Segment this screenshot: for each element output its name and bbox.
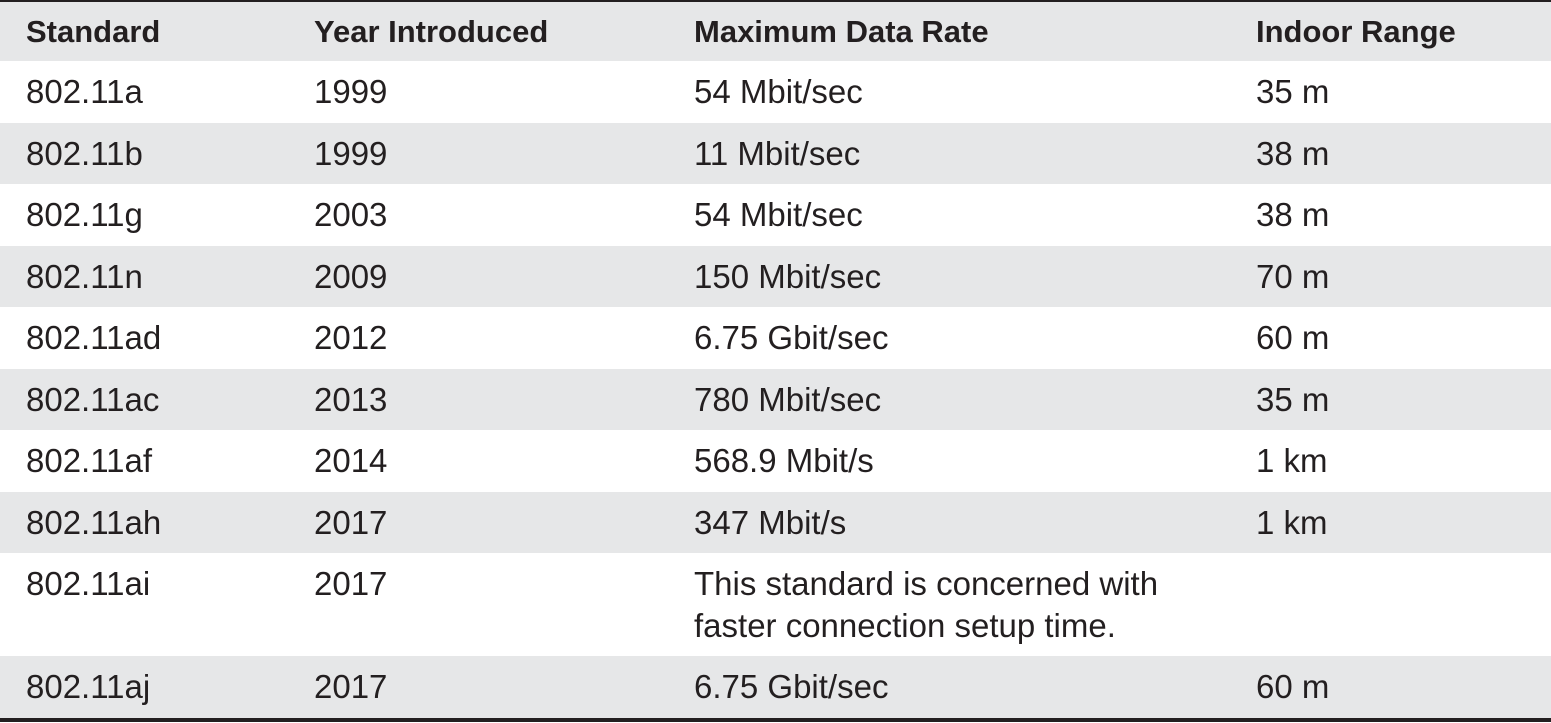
table-row: 802.11n 2009 150 Mbit/sec 70 m	[0, 245, 1551, 307]
cell-standard: 802.11ai	[26, 565, 151, 602]
cell-standard: 802.11ad	[26, 319, 162, 356]
cell-range: 38 m	[1256, 134, 1330, 172]
cell-range: 1 km	[1256, 442, 1328, 479]
cell-range: 1 km	[1256, 503, 1328, 541]
column-header-range: Indoor Range	[1256, 14, 1456, 49]
cell-data-rate: 54 Mbit/sec	[694, 196, 863, 233]
cell-standard: 802.11ac	[26, 380, 160, 418]
cell-standard: 802.11g	[26, 196, 143, 233]
table-row: 802.11ah 2017 347 Mbit/s 1 km	[0, 491, 1551, 553]
cell-range: 35 m	[1256, 380, 1330, 418]
cell-range: 35 m	[1256, 73, 1330, 110]
table-row: 802.11a 1999 54 Mbit/sec 35 m	[0, 61, 1551, 123]
cell-data-rate: This standard is concerned with faster c…	[694, 565, 1159, 644]
table-row: 802.11b 1999 11 Mbit/sec 38 m	[0, 122, 1551, 184]
cell-data-rate: 6.75 Gbit/sec	[694, 668, 889, 705]
cell-year: 1999	[314, 73, 388, 110]
cell-data-rate: 11 Mbit/sec	[694, 134, 861, 172]
table-row: 802.11ad 2012 6.75 Gbit/sec 60 m	[0, 307, 1551, 369]
cell-year: 2003	[314, 196, 388, 233]
column-header-year: Year Introduced	[314, 14, 549, 49]
cell-standard: 802.11af	[26, 442, 153, 479]
cell-year: 2017	[314, 565, 388, 602]
cell-year: 2012	[314, 319, 388, 356]
cell-range: 60 m	[1256, 668, 1330, 705]
cell-data-rate: 568.9 Mbit/s	[694, 442, 874, 479]
cell-standard: 802.11b	[26, 134, 143, 172]
cell-range: 70 m	[1256, 257, 1330, 295]
cell-range: 38 m	[1256, 196, 1330, 233]
cell-range: 60 m	[1256, 319, 1330, 356]
cell-data-rate: 780 Mbit/sec	[694, 380, 882, 418]
cell-year: 2014	[314, 442, 388, 479]
table-row: 802.11ac 2013 780 Mbit/sec 35 m	[0, 368, 1551, 430]
table-row: 802.11aj 2017 6.75 Gbit/sec 60 m	[0, 656, 1551, 718]
cell-year: 2013	[314, 380, 388, 418]
cell-year: 1999	[314, 134, 388, 172]
cell-year: 2009	[314, 257, 388, 295]
cell-data-rate: 54 Mbit/sec	[694, 73, 863, 110]
cell-data-rate: 150 Mbit/sec	[694, 257, 882, 295]
cell-year: 2017	[314, 668, 388, 705]
cell-standard: 802.11a	[26, 73, 143, 110]
table-row: 802.11af 2014 568.9 Mbit/s 1 km	[0, 430, 1551, 492]
table-row: 802.11g 2003 54 Mbit/sec 38 m	[0, 184, 1551, 246]
wifi-standards-table: Standard Year Introduced Maximum Data Ra…	[0, 0, 1551, 722]
cell-standard: 802.11aj	[26, 668, 151, 705]
cell-year: 2017	[314, 503, 388, 541]
column-header-standard: Standard	[26, 14, 161, 49]
table-header-row: Standard Year Introduced Maximum Data Ra…	[0, 2, 1551, 61]
cell-data-rate: 6.75 Gbit/sec	[694, 319, 889, 356]
cell-standard: 802.11n	[26, 257, 143, 295]
cell-standard: 802.11ah	[26, 503, 162, 541]
cell-data-rate: 347 Mbit/s	[694, 503, 847, 541]
column-header-data-rate: Maximum Data Rate	[694, 14, 989, 49]
table-row: 802.11ai 2017 This standard is concerned…	[0, 553, 1551, 656]
